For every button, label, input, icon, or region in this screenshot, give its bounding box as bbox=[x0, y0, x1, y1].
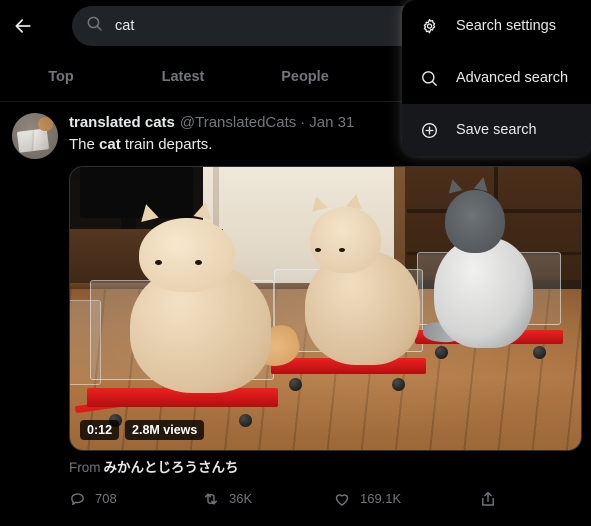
video-badges: 0:12 2.8M views bbox=[80, 420, 205, 440]
like-count: 169.1K bbox=[360, 491, 402, 506]
tweet-row: translated cats @TranslatedCats · Jan 31… bbox=[0, 103, 591, 512]
tweet-date[interactable]: Jan 31 bbox=[309, 113, 354, 133]
gear-icon bbox=[420, 17, 439, 36]
media-source-line: From みかんとじろうさんち bbox=[69, 459, 579, 476]
from-source[interactable]: みかんとじろうさんち bbox=[104, 460, 239, 475]
menu-item-save-search[interactable]: Save search bbox=[402, 104, 591, 156]
reply-button[interactable]: 708 bbox=[69, 491, 202, 508]
tweet-card[interactable]: translated cats @TranslatedCats · Jan 31… bbox=[0, 103, 591, 512]
share-button[interactable] bbox=[479, 490, 519, 508]
cat-3 bbox=[422, 175, 535, 349]
tweet-text-after: train departs. bbox=[120, 136, 213, 153]
author-display-name[interactable]: translated cats bbox=[69, 113, 175, 133]
tv-shape bbox=[80, 167, 193, 218]
cat-1 bbox=[121, 200, 304, 394]
menu-item-advanced-search-label: Advanced search bbox=[456, 69, 569, 86]
menu-item-search-settings[interactable]: Search settings bbox=[402, 0, 591, 52]
tweet-text-before: The bbox=[69, 136, 100, 153]
author-handle[interactable]: @TranslatedCats bbox=[180, 113, 296, 133]
retweet-icon bbox=[202, 490, 220, 508]
cat-2 bbox=[300, 192, 423, 366]
video-views-badge: 2.8M views bbox=[125, 420, 205, 440]
tweet-content: translated cats @TranslatedCats · Jan 31… bbox=[69, 113, 582, 512]
retweet-count: 36K bbox=[229, 491, 253, 506]
avatar-shading bbox=[12, 113, 58, 159]
share-icon bbox=[479, 490, 497, 508]
search-input-value: cat bbox=[115, 18, 135, 34]
menu-item-save-search-label: Save search bbox=[456, 121, 537, 138]
reply-icon bbox=[69, 491, 86, 508]
menu-item-search-settings-label: Search settings bbox=[456, 17, 556, 34]
tab-top-label: Top bbox=[48, 68, 74, 85]
search-icon bbox=[420, 69, 439, 88]
tab-latest[interactable]: Latest bbox=[122, 52, 244, 101]
from-label: From bbox=[69, 460, 101, 475]
video-duration-badge: 0:12 bbox=[80, 420, 120, 440]
search-options-menu: Search settings Advanced search Save sea… bbox=[402, 0, 591, 156]
tweet-video-media[interactable]: 0:12 2.8M views bbox=[69, 166, 582, 451]
tweet-text-highlight: cat bbox=[99, 136, 121, 153]
tab-people[interactable]: People bbox=[244, 52, 366, 101]
retweet-button[interactable]: 36K bbox=[202, 490, 333, 508]
separator-dot: · bbox=[300, 114, 306, 131]
reply-count: 708 bbox=[95, 491, 117, 506]
heart-icon bbox=[333, 490, 351, 508]
back-arrow-icon bbox=[13, 16, 33, 36]
plus-circle-icon bbox=[420, 121, 439, 140]
tab-people-label: People bbox=[281, 68, 329, 85]
tab-latest-label: Latest bbox=[161, 68, 205, 85]
twitter-search-screen: cat Top Latest People Photos transla bbox=[0, 0, 591, 526]
menu-item-advanced-search[interactable]: Advanced search bbox=[402, 52, 591, 104]
tweet-actions: 708 36K 169.1K bbox=[69, 486, 539, 512]
tab-top[interactable]: Top bbox=[0, 52, 122, 101]
video-frame-illustration bbox=[70, 167, 581, 450]
avatar[interactable] bbox=[12, 113, 58, 159]
back-button[interactable] bbox=[5, 8, 41, 44]
search-icon bbox=[86, 15, 103, 37]
like-button[interactable]: 169.1K bbox=[333, 490, 479, 508]
